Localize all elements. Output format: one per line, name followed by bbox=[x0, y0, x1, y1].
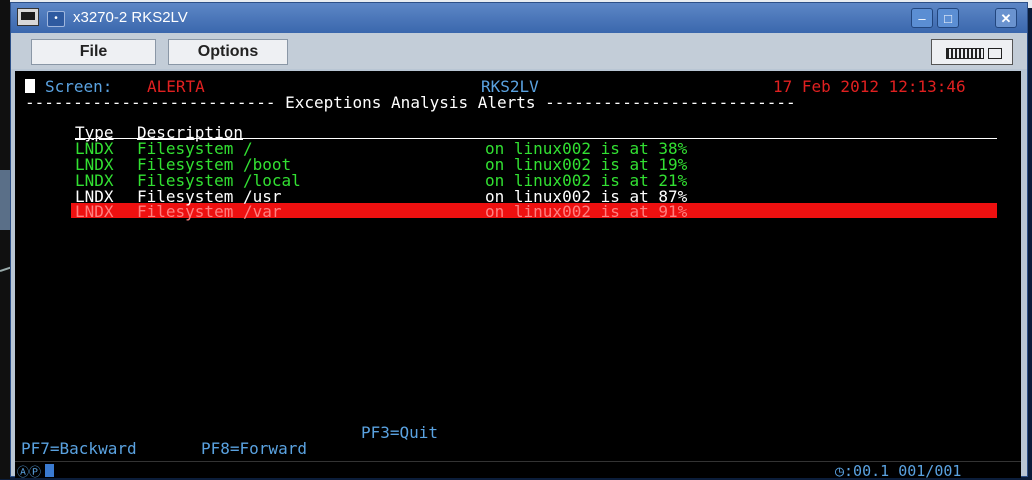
alert-type: LNDX bbox=[75, 202, 114, 221]
window-menu-icon[interactable]: • bbox=[47, 11, 65, 27]
keyboard-status-icon: ⒶⓅ bbox=[17, 465, 42, 479]
keypad-button[interactable] bbox=[931, 39, 1013, 65]
maximize-button[interactable]: □ bbox=[937, 8, 959, 28]
options-menu-button[interactable]: Options bbox=[168, 39, 288, 65]
terminal-screen[interactable]: Screen: ALERTA RKS2LV 17 Feb 2012 12:13:… bbox=[15, 71, 1021, 471]
cursor-position-text: :00.1 001/001 bbox=[844, 462, 962, 480]
minimize-button[interactable]: – bbox=[911, 8, 933, 28]
terminal-app-icon[interactable] bbox=[17, 8, 39, 26]
menu-bar: File Options bbox=[11, 33, 1027, 69]
pf3-quit-key[interactable]: PF3=Quit bbox=[361, 425, 438, 441]
alert-description: Filesystem /var bbox=[137, 202, 282, 221]
insert-cursor-indicator bbox=[45, 464, 54, 477]
alert-detail: on linux002 is at 91% bbox=[485, 202, 688, 221]
title-bar[interactable]: • x3270-2 RKS2LV – □ ✕ bbox=[11, 3, 1027, 33]
x3270-window: • x3270-2 RKS2LV – □ ✕ File Options Scre… bbox=[10, 2, 1028, 480]
cursor-position: ◷:00.1 001/001 bbox=[835, 462, 961, 480]
screen-datetime: 17 Feb 2012 12:13:46 bbox=[773, 77, 966, 96]
pf8-forward-key[interactable]: PF8=Forward bbox=[201, 441, 307, 457]
close-button[interactable]: ✕ bbox=[995, 8, 1017, 28]
status-line: ⒶⓅ ◷:00.1 001/001 bbox=[15, 461, 1021, 480]
screen-banner: -------------------------- Exceptions An… bbox=[25, 93, 796, 112]
desktop-left-edge bbox=[0, 0, 10, 479]
pf7-backward-key[interactable]: PF7=Backward bbox=[21, 441, 137, 457]
terminal-cursor bbox=[25, 79, 35, 93]
file-menu-button[interactable]: File bbox=[31, 39, 156, 65]
background-window-fragment bbox=[0, 170, 10, 230]
clock-icon: ◷ bbox=[835, 462, 845, 480]
window-title: x3270-2 RKS2LV bbox=[73, 9, 188, 26]
